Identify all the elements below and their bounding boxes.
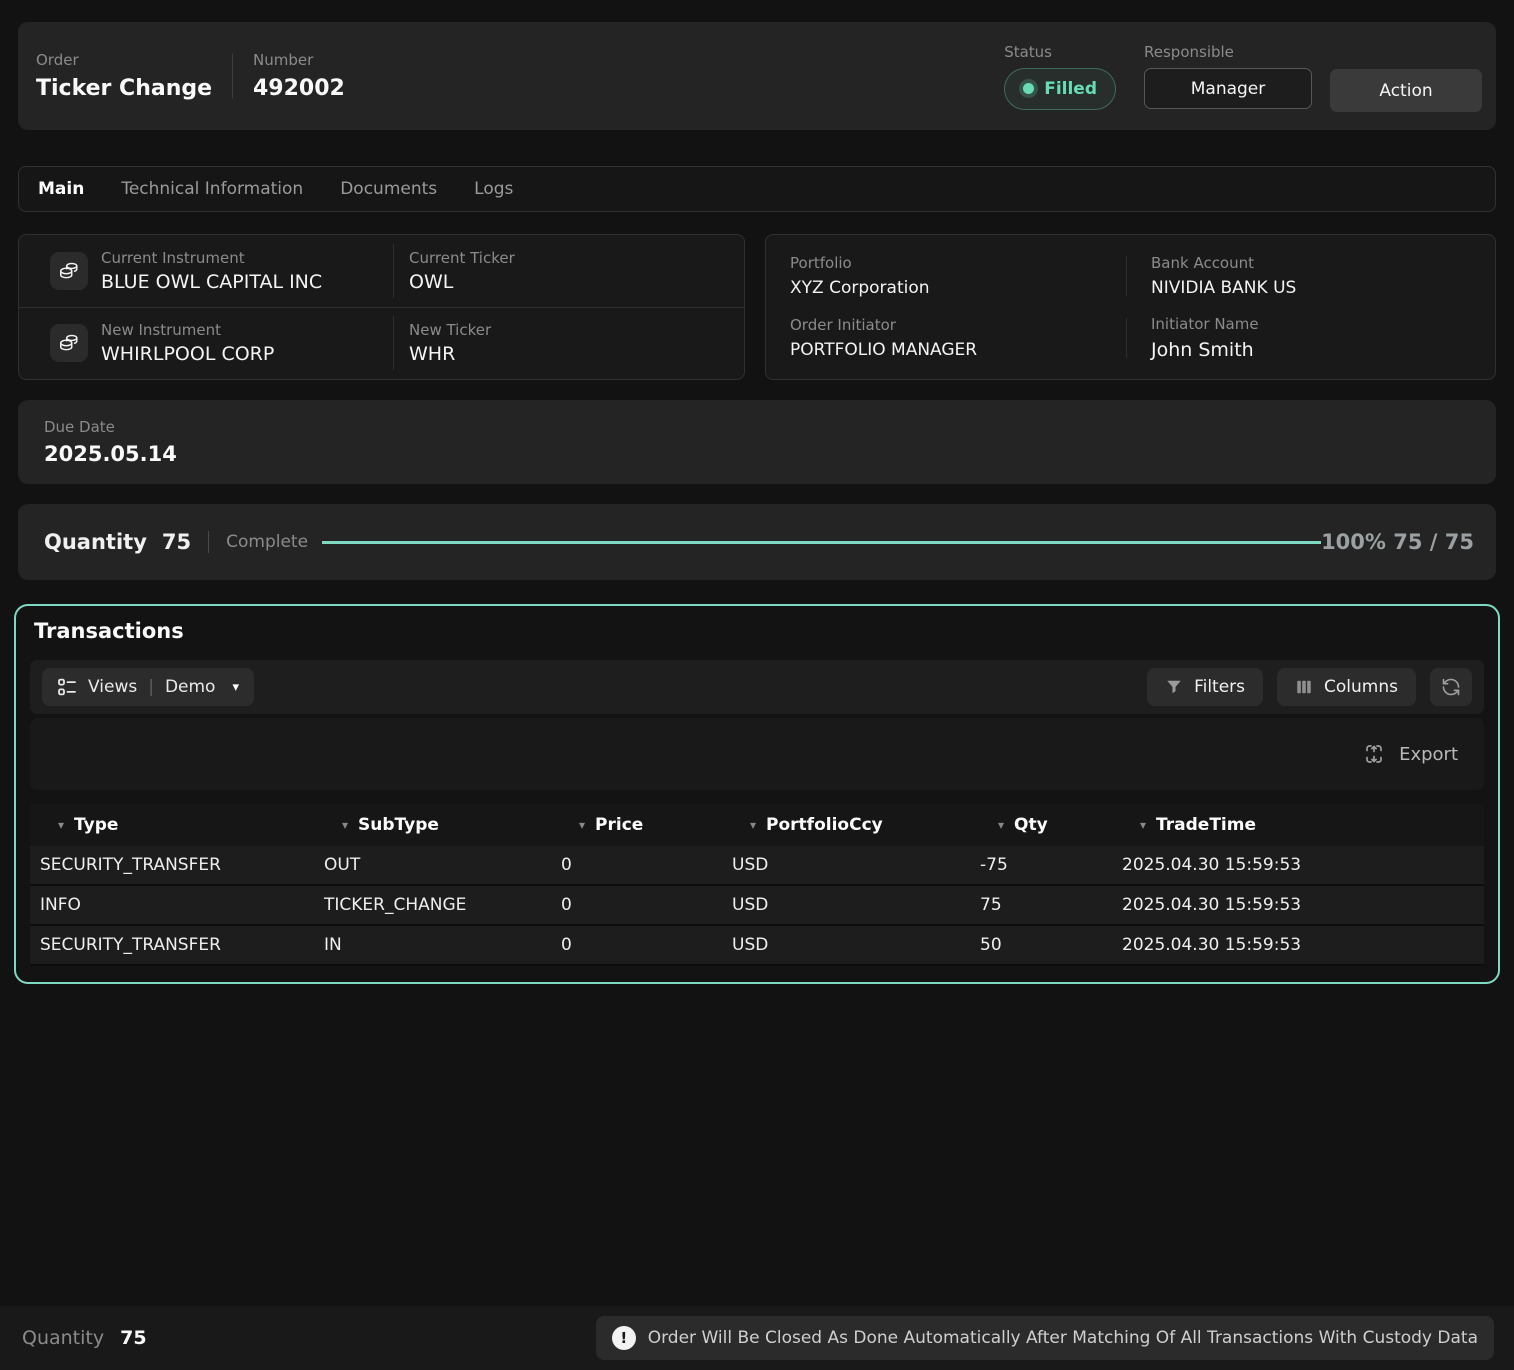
due-date-value: 2025.05.14 (44, 442, 1496, 466)
footer-quantity-value: 75 (120, 1327, 146, 1349)
divider: | (148, 677, 154, 697)
order-initiator-value: PORTFOLIO MANAGER (790, 340, 1126, 360)
responsible-button[interactable]: Manager (1144, 68, 1312, 109)
portfolio-value: XYZ Corporation (790, 278, 1126, 298)
filters-label: Filters (1194, 677, 1245, 697)
columns-button[interactable]: Columns (1277, 668, 1416, 706)
order-label: Order (36, 51, 232, 69)
column-header-subtype[interactable]: ▾SubType (314, 815, 551, 835)
sort-caret-icon[interactable]: ▾ (750, 818, 756, 832)
column-header-portfolioccy[interactable]: ▾PortfolioCcy (722, 815, 970, 835)
column-header-tradetime[interactable]: ▾TradeTime (1112, 815, 1484, 835)
column-header-price[interactable]: ▾Price (551, 815, 722, 835)
progress-text: 100% 75 / 75 (1321, 530, 1474, 554)
tab-main[interactable]: Main (38, 179, 84, 199)
export-icon (1362, 742, 1386, 766)
details-card: Portfolio XYZ Corporation Bank Account N… (765, 234, 1496, 380)
exclamation-icon: ! (612, 1326, 636, 1350)
due-date-label: Due Date (44, 418, 1496, 436)
refresh-button[interactable] (1430, 668, 1472, 706)
status-value: Filled (1044, 79, 1097, 99)
quantity-status: Complete (226, 532, 308, 552)
number-label: Number (253, 51, 345, 69)
views-dropdown[interactable]: Views | Demo ▾ (42, 668, 254, 706)
order-number: 492002 (253, 76, 345, 101)
status-label: Status (1004, 43, 1116, 61)
table-row[interactable]: SECURITY_TRANSFER IN 0 USD 50 2025.04.30… (30, 926, 1484, 966)
status-dot-icon (1023, 83, 1034, 94)
order-header-card: Order Ticker Change Number 492002 Status… (18, 22, 1496, 130)
transactions-table: ▾Type ▾SubType ▾Price ▾PortfolioCcy ▾Qty… (30, 804, 1484, 966)
tab-documents[interactable]: Documents (340, 179, 437, 199)
initiator-name-value: John Smith (1151, 339, 1259, 361)
instrument-card: Current Instrument BLUE OWL CAPITAL INC … (18, 234, 745, 380)
export-button[interactable]: Export (1399, 744, 1458, 765)
coins-icon (50, 324, 88, 362)
tab-bar: Main Technical Information Documents Log… (18, 166, 1496, 212)
new-ticker-value: WHR (409, 343, 491, 365)
current-instrument-value: BLUE OWL CAPITAL INC (101, 271, 393, 293)
current-ticker-value: OWL (409, 271, 515, 293)
sort-caret-icon[interactable]: ▾ (998, 818, 1004, 832)
current-ticker-label: Current Ticker (409, 249, 515, 267)
list-icon (57, 677, 77, 697)
initiator-name-label: Initiator Name (1151, 315, 1259, 333)
action-button[interactable]: Action (1330, 69, 1482, 112)
progress-track (322, 541, 1321, 544)
current-instrument-label: Current Instrument (101, 249, 393, 267)
quantity-value: 75 (162, 530, 191, 554)
footer-quantity-label: Quantity (22, 1327, 104, 1349)
transactions-toolbar: Views | Demo ▾ Filters (30, 660, 1484, 714)
divider (208, 531, 209, 553)
tab-logs[interactable]: Logs (474, 179, 513, 199)
refresh-icon (1441, 677, 1461, 697)
tab-technical-information[interactable]: Technical Information (121, 179, 303, 199)
responsible-label: Responsible (1144, 43, 1312, 61)
quantity-label: Quantity (44, 530, 147, 554)
divider (393, 316, 394, 370)
sort-caret-icon[interactable]: ▾ (58, 818, 64, 832)
sort-caret-icon[interactable]: ▾ (1140, 818, 1146, 832)
chevron-down-icon: ▾ (232, 680, 239, 695)
table-row[interactable]: INFO TICKER_CHANGE 0 USD 75 2025.04.30 1… (30, 886, 1484, 926)
columns-label: Columns (1324, 677, 1398, 697)
coins-icon (50, 252, 88, 290)
divider (393, 244, 394, 298)
notice-text: Order Will Be Closed As Done Automatical… (648, 1328, 1478, 1348)
notice-banner: ! Order Will Be Closed As Done Automatic… (596, 1316, 1494, 1360)
current-instrument-row: Current Instrument BLUE OWL CAPITAL INC … (19, 235, 744, 307)
header-divider (232, 54, 233, 98)
table-row[interactable]: SECURITY_TRANSFER OUT 0 USD -75 2025.04.… (30, 846, 1484, 886)
new-instrument-row: New Instrument WHIRLPOOL CORP New Ticker… (19, 307, 744, 380)
quantity-progress-bar: Quantity 75 Complete 100% 75 / 75 (18, 504, 1496, 580)
footer-bar: Quantity 75 ! Order Will Be Closed As Do… (0, 1306, 1514, 1370)
order-initiator-label: Order Initiator (790, 316, 1126, 334)
bank-account-value: NIVIDIA BANK US (1151, 278, 1296, 298)
new-instrument-value: WHIRLPOOL CORP (101, 343, 393, 365)
due-date-card: Due Date 2025.05.14 (18, 400, 1496, 484)
divider (1126, 318, 1127, 358)
column-header-type[interactable]: ▾Type (30, 815, 314, 835)
transactions-panel: Transactions Views | Demo ▾ Filters (14, 604, 1500, 984)
portfolio-label: Portfolio (790, 254, 1126, 272)
sort-caret-icon[interactable]: ▾ (579, 818, 585, 832)
views-label: Views (88, 677, 137, 697)
progress-fill (322, 541, 1321, 544)
transactions-title: Transactions (34, 619, 1484, 643)
columns-icon (1295, 678, 1313, 696)
bank-account-label: Bank Account (1151, 254, 1296, 272)
status-badge: Filled (1004, 68, 1116, 110)
views-selected: Demo (165, 677, 216, 697)
column-header-qty[interactable]: ▾Qty (970, 815, 1112, 835)
order-title: Ticker Change (36, 76, 232, 101)
export-row: Export (30, 718, 1484, 790)
filters-button[interactable]: Filters (1147, 668, 1263, 706)
new-ticker-label: New Ticker (409, 321, 491, 339)
table-header-row: ▾Type ▾SubType ▾Price ▾PortfolioCcy ▾Qty… (30, 804, 1484, 846)
sort-caret-icon[interactable]: ▾ (342, 818, 348, 832)
new-instrument-label: New Instrument (101, 321, 393, 339)
divider (1126, 256, 1127, 296)
filter-icon (1165, 678, 1183, 696)
